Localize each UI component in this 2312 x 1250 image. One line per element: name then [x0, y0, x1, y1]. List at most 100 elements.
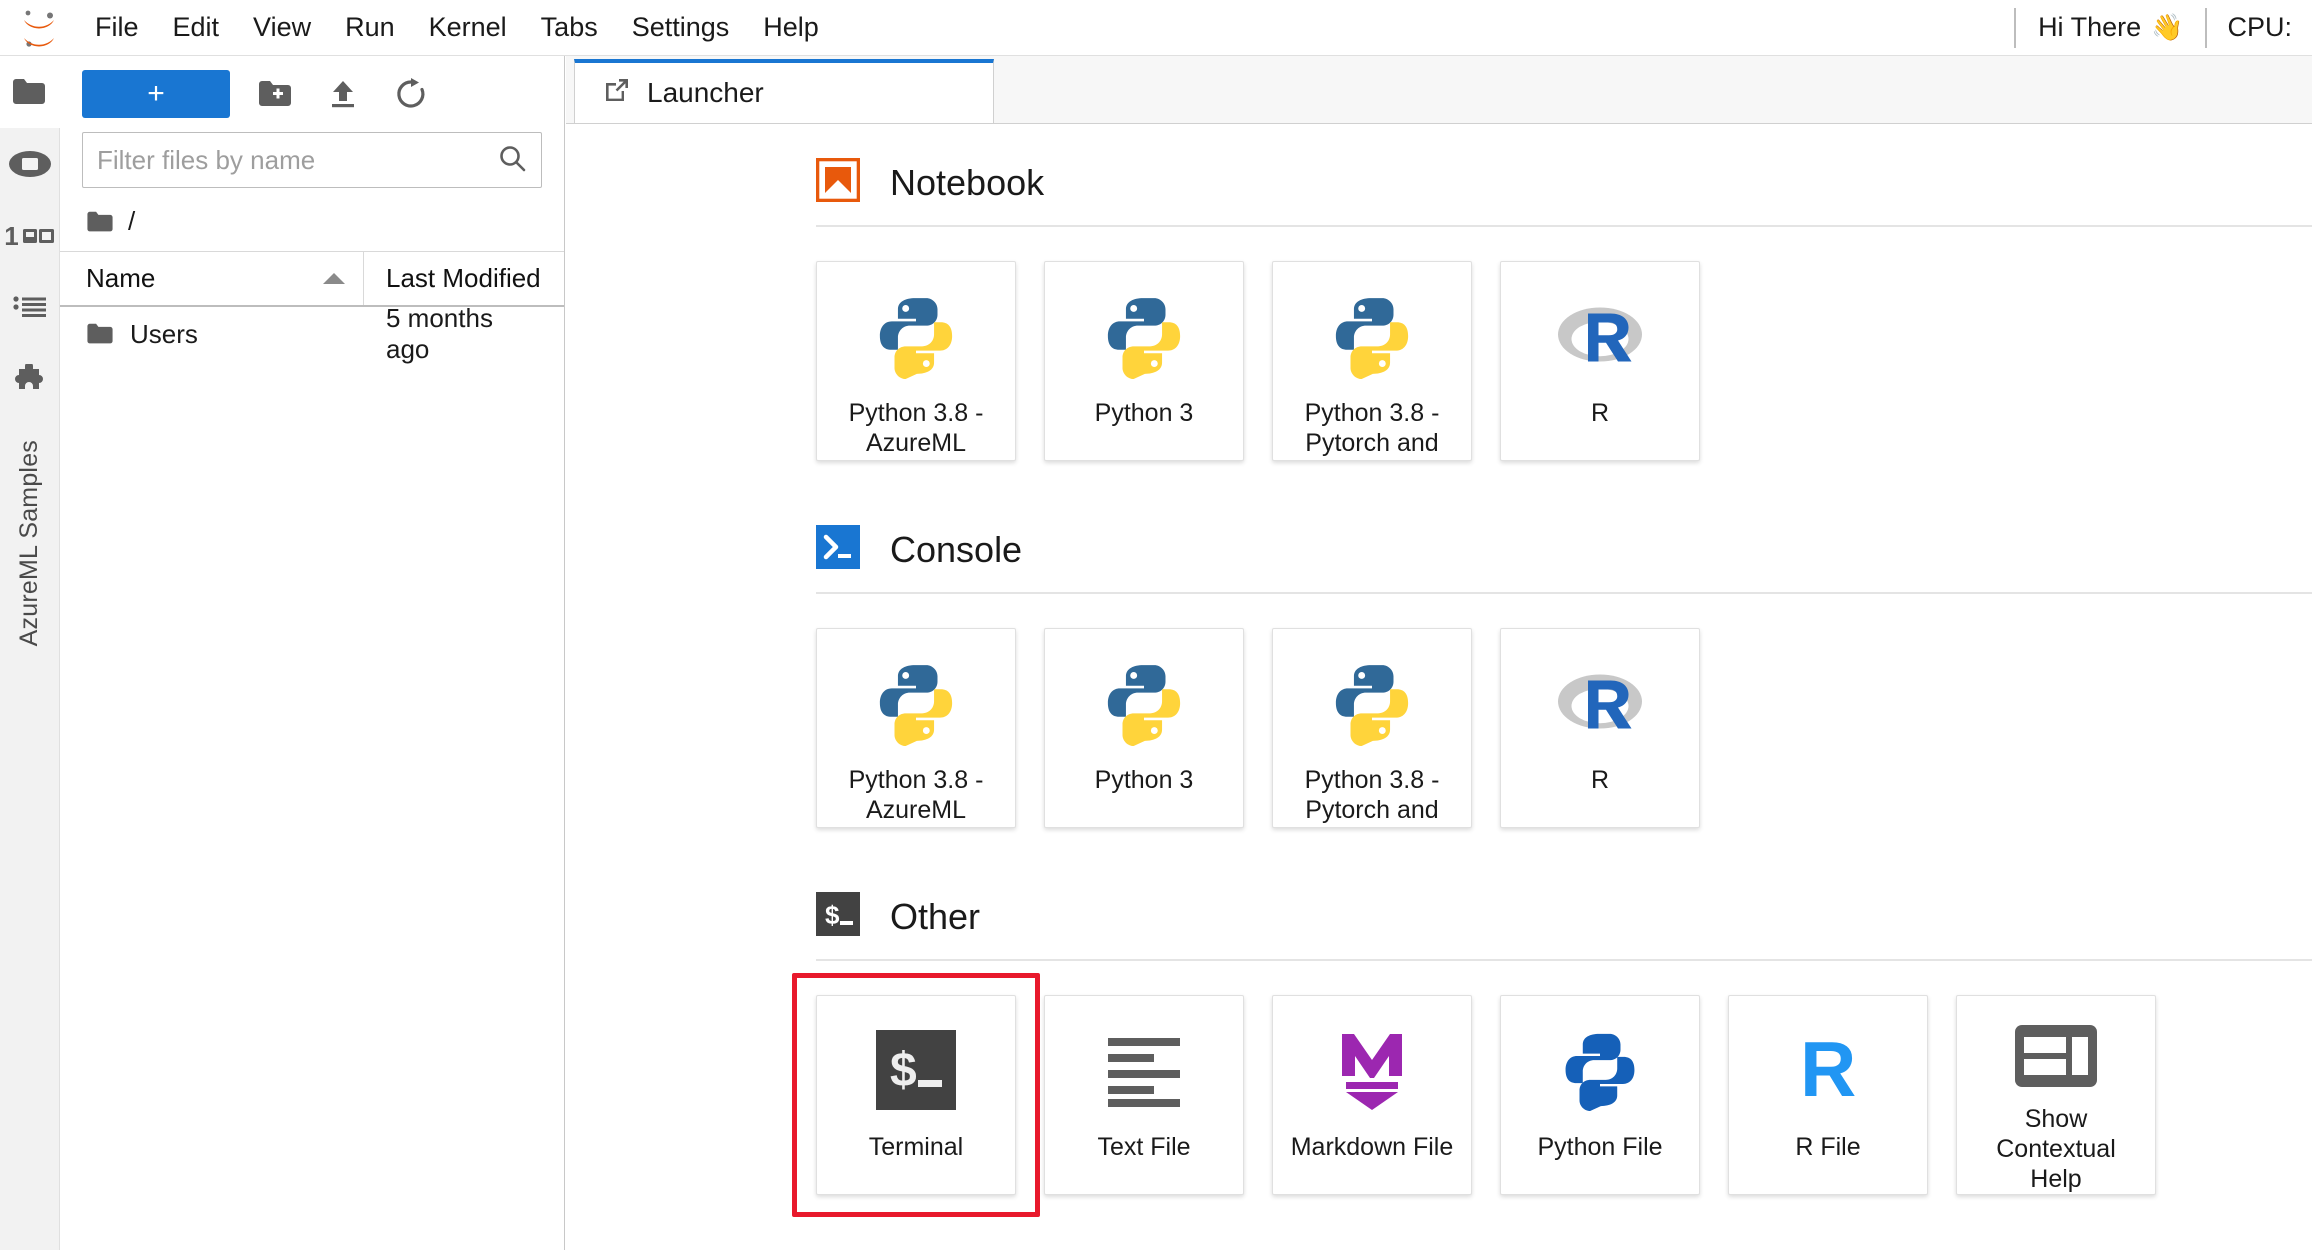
console-prompt-icon — [816, 525, 860, 574]
launcher-card-label: Markdown File — [1279, 1132, 1465, 1162]
upload-icon[interactable] — [320, 71, 366, 117]
file-row-name[interactable]: Users — [60, 319, 364, 350]
launcher-card-text-file[interactable]: Text File — [1044, 995, 1244, 1195]
jupyter-logo-icon[interactable] — [0, 7, 78, 49]
menu-edit[interactable]: Edit — [156, 8, 237, 47]
svg-text:$: $ — [890, 1044, 917, 1097]
menu-view[interactable]: View — [236, 8, 328, 47]
list-icon — [13, 294, 47, 322]
new-launcher-button[interactable]: + — [82, 70, 230, 118]
tab-launcher-label: Launcher — [647, 77, 764, 109]
breadcrumb[interactable]: / — [60, 188, 564, 247]
menu-settings[interactable]: Settings — [615, 8, 747, 47]
terminal-prompt-icon: $ — [816, 892, 860, 941]
r-file-icon: R — [1796, 1022, 1860, 1118]
launcher-card-label: Python 3 — [1051, 765, 1237, 795]
user-greeting[interactable]: Hi There 👋 — [2016, 12, 2205, 43]
column-header-name[interactable]: Name — [60, 252, 364, 305]
section-header-console: Console — [816, 491, 2312, 592]
launcher-card-label: Python 3.8 - Pytorch and — [1279, 398, 1465, 458]
filter-box[interactable] — [82, 132, 542, 188]
launcher-card-terminal[interactable]: $ Terminal — [816, 995, 1016, 1195]
other-card-row: $ Terminal — [816, 961, 2312, 1225]
python-logo-icon — [873, 655, 959, 751]
main-area: Launcher Notebook — [566, 56, 2312, 1250]
file-browser-toolbar: + — [60, 56, 564, 128]
launcher-card-label: Terminal — [823, 1132, 1009, 1162]
folder-icon — [86, 323, 114, 345]
running-sessions-icon — [8, 148, 52, 180]
tab-bar: Launcher — [566, 56, 2312, 124]
tab-launcher[interactable]: Launcher — [574, 59, 994, 123]
column-header-last-modified[interactable]: Last Modified — [364, 252, 564, 305]
launcher-card-python38-pytorch[interactable]: Python 3.8 - Pytorch and — [1272, 261, 1472, 461]
launcher-card-show-contextual-help[interactable]: Show Contextual Help — [1956, 995, 2156, 1195]
launcher-card-label: R — [1507, 765, 1693, 795]
menu-kernel[interactable]: Kernel — [412, 8, 524, 47]
new-folder-icon[interactable] — [252, 71, 298, 117]
greeting-text: Hi There — [2038, 12, 2141, 43]
contextual-help-icon — [2015, 1022, 2097, 1090]
launcher-section-console: Console Python 3.8 - AzureML — [566, 491, 2312, 858]
menu-tabs[interactable]: Tabs — [524, 8, 615, 47]
launcher-icon — [603, 76, 631, 111]
markdown-icon — [1334, 1022, 1410, 1118]
menu-help[interactable]: Help — [746, 8, 836, 47]
launcher-section-notebook: Notebook Python 3.8 - AzureML — [566, 124, 2312, 491]
launcher-card-markdown-file[interactable]: Markdown File — [1272, 995, 1472, 1195]
file-row-name-label: Users — [130, 319, 198, 350]
launcher-card-r[interactable]: R — [1500, 261, 1700, 461]
launcher-card-label: R — [1507, 398, 1693, 428]
sidebar-item-azureml-samples[interactable]: AzureML Samples — [15, 440, 44, 646]
terminal-icon: $ — [876, 1022, 956, 1118]
svg-text:$: $ — [825, 900, 840, 930]
sidebar-item-extension-manager[interactable] — [0, 344, 60, 416]
menu-items: File Edit View Run Kernel Tabs Settings … — [78, 8, 836, 47]
file-row-modified: 5 months ago — [364, 303, 564, 365]
launcher-card-label: Text File — [1051, 1132, 1237, 1162]
sidebar-item-file-browser[interactable] — [0, 56, 60, 128]
filter-field-wrapper — [60, 128, 564, 188]
puzzle-piece-icon — [12, 364, 48, 396]
search-input[interactable] — [97, 145, 497, 176]
menubar-right: Hi There 👋 CPU: — [2014, 0, 2312, 56]
file-list-header: Name Last Modified — [60, 251, 564, 307]
menu-bar: File Edit View Run Kernel Tabs Settings … — [0, 0, 2312, 56]
python-logo-icon — [1101, 288, 1187, 384]
launcher-card-python3[interactable]: Python 3 — [1044, 261, 1244, 461]
launcher-card-python-file[interactable]: Python File — [1500, 995, 1700, 1195]
launcher-card-console-python38-azureml[interactable]: Python 3.8 - AzureML — [816, 628, 1016, 828]
launcher-card-label: Python 3.8 - AzureML — [823, 398, 1009, 458]
section-title-console: Console — [890, 529, 1022, 571]
menu-run[interactable]: Run — [328, 8, 412, 47]
launcher-card-label: R File — [1735, 1132, 1921, 1162]
running-count-label: 1 — [4, 223, 18, 249]
notebook-card-row: Python 3.8 - AzureML Python 3 — [816, 227, 2312, 491]
sidebar-item-table-of-contents[interactable] — [0, 272, 60, 344]
sidebar-item-running-count[interactable]: 1 — [0, 200, 60, 272]
launcher-card-python38-azureml[interactable]: Python 3.8 - AzureML — [816, 261, 1016, 461]
search-icon[interactable] — [497, 143, 527, 178]
folder-icon — [12, 78, 46, 106]
launcher-card-label: Python 3 — [1051, 398, 1237, 428]
launcher-card-label: Python File — [1507, 1132, 1693, 1162]
menu-file[interactable]: File — [78, 8, 156, 47]
launcher-card-console-python38-pytorch[interactable]: Python 3.8 - Pytorch and — [1272, 628, 1472, 828]
breadcrumb-root[interactable]: / — [128, 206, 135, 237]
column-header-name-label: Name — [86, 263, 155, 294]
launcher-card-r-file[interactable]: R R File — [1728, 995, 1928, 1195]
svg-text:R: R — [1800, 1030, 1856, 1110]
launcher-card-console-r[interactable]: R — [1500, 628, 1700, 828]
launcher-card-label: Python 3.8 - Pytorch and — [1279, 765, 1465, 825]
python-logo-icon — [873, 288, 959, 384]
sidebar-item-running-sessions[interactable] — [0, 128, 60, 200]
activity-rail: 1 AzureML Samples — [0, 56, 60, 1250]
folder-icon — [86, 211, 114, 233]
table-row[interactable]: Users 5 months ago — [60, 307, 564, 361]
launcher-card-console-python3[interactable]: Python 3 — [1044, 628, 1244, 828]
section-title-other: Other — [890, 896, 980, 938]
refresh-icon[interactable] — [388, 71, 434, 117]
section-header-other: $ Other — [816, 858, 2312, 959]
file-browser-panel: + — [60, 56, 565, 1250]
cpu-status-label: CPU: — [2207, 12, 2312, 43]
